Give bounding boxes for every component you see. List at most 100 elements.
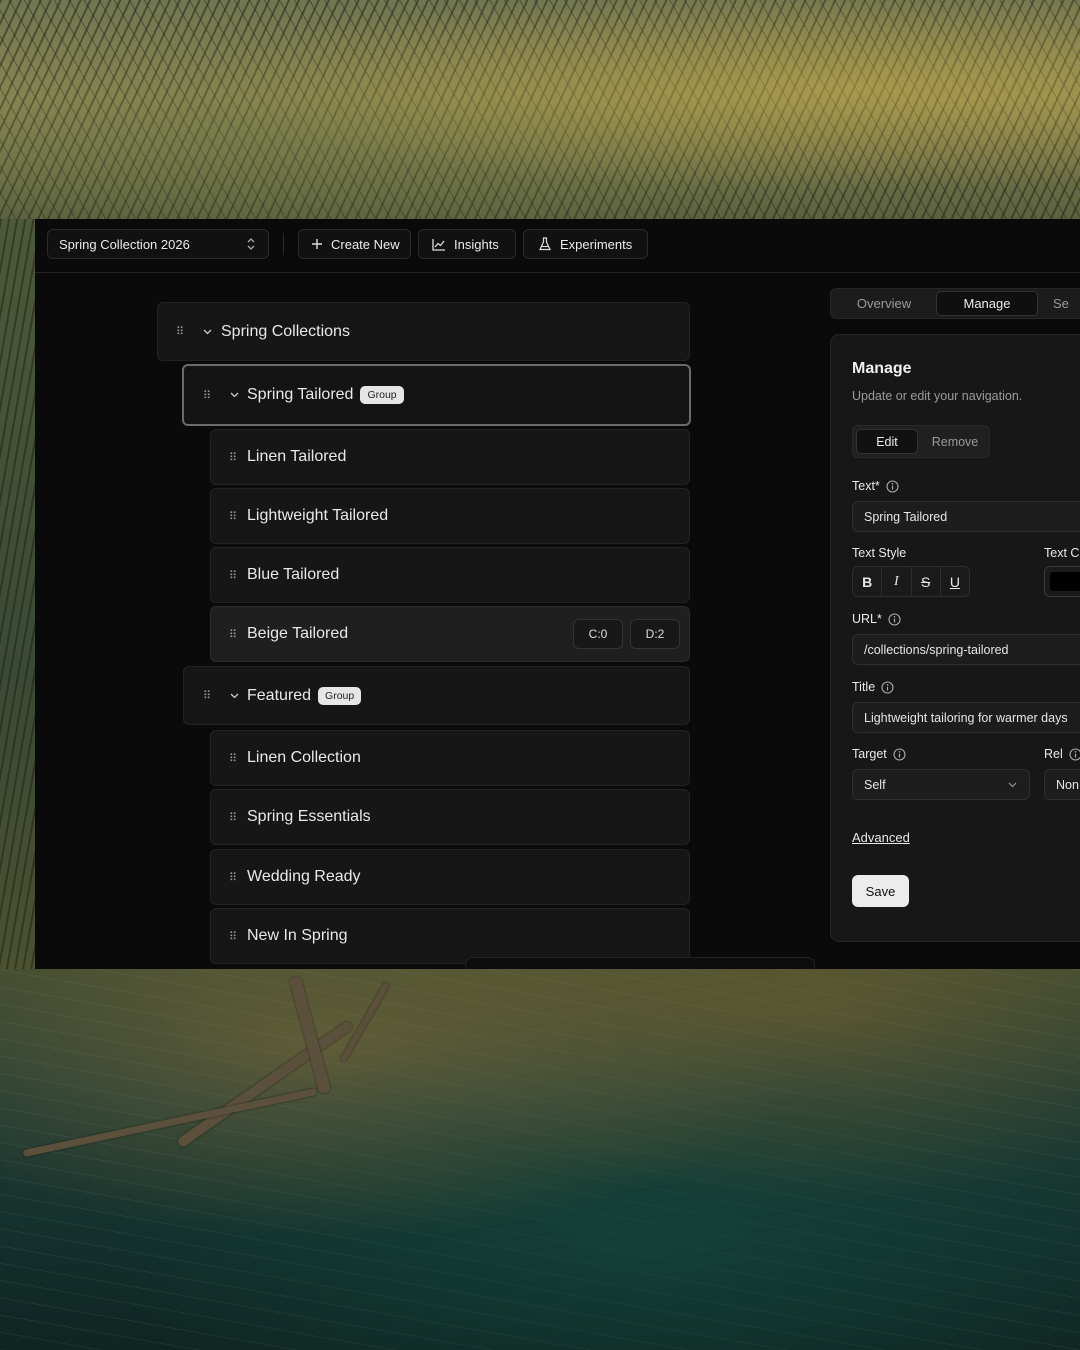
tab-overview[interactable]: Overview <box>835 291 933 316</box>
group-badge: Group <box>360 386 404 404</box>
panel-tabs: Overview Manage Se <box>830 288 1080 319</box>
italic-button[interactable]: I <box>882 567 912 596</box>
tree-root-spring-collections[interactable]: ⠿ Spring Collections <box>157 302 690 361</box>
tree-item-label: Wedding Ready <box>247 868 361 885</box>
title-input[interactable]: Lightweight tailoring for warmer days <box>852 702 1080 733</box>
drag-handle-icon[interactable]: ⠿ <box>229 811 237 824</box>
drag-handle-icon[interactable]: ⠿ <box>229 569 237 582</box>
panel-subtitle: Update or edit your navigation. <box>852 389 1023 403</box>
collection-select-label: Spring Collection 2026 <box>59 236 190 252</box>
tree-root-label: Spring Collections <box>221 322 350 340</box>
tree-item-lightweight-tailored[interactable]: ⠿ Lightweight Tailored <box>210 488 690 544</box>
line-chart-icon <box>432 238 445 251</box>
text-style-label: Text Style <box>852 546 907 560</box>
info-icon[interactable] <box>893 747 906 761</box>
drag-handle-icon[interactable]: ⠿ <box>229 451 237 464</box>
url-label: URL* <box>852 612 882 626</box>
tab-settings[interactable]: Se <box>1053 291 1080 316</box>
info-icon[interactable] <box>886 479 899 493</box>
tab-manage[interactable]: Manage <box>936 291 1038 316</box>
create-new-label: Create New <box>331 236 400 252</box>
tree-item-wedding-ready[interactable]: ⠿ Wedding Ready <box>210 849 690 905</box>
tree-item-label: New In Spring <box>247 927 348 944</box>
tree-item-beige-tailored[interactable]: ⠿ Beige Tailored C:0 D:2 <box>210 606 690 662</box>
target-select-value: Self <box>864 777 886 792</box>
experiments-label: Experiments <box>560 236 633 252</box>
tree-group-spring-tailored[interactable]: ⠿ Spring Tailored Group <box>182 364 691 426</box>
chevron-down-icon <box>1008 782 1017 787</box>
experiments-button[interactable]: Experiments <box>523 229 648 259</box>
info-icon[interactable] <box>1069 747 1080 761</box>
toolbar: Spring Collection 2026 Create New Insigh… <box>35 219 1080 273</box>
depth-pill[interactable]: D:2 <box>630 619 680 649</box>
target-label-row: Target <box>852 747 906 761</box>
tree-item-label: Lightweight Tailored <box>247 507 389 524</box>
text-color-label: Text C <box>1044 546 1080 560</box>
info-icon[interactable] <box>888 612 901 626</box>
collection-select[interactable]: Spring Collection 2026 <box>47 229 269 259</box>
drag-handle-icon[interactable]: ⠿ <box>203 689 211 702</box>
tree-item-label: Beige Tailored <box>247 625 349 642</box>
create-new-button[interactable]: Create New <box>298 229 411 259</box>
tree-item-blue-tailored[interactable]: ⠿ Blue Tailored <box>210 547 690 603</box>
plus-icon <box>312 239 322 249</box>
drag-handle-icon[interactable]: ⠿ <box>229 871 237 884</box>
tree-item-label: Linen Collection <box>247 749 361 766</box>
background-photo-left <box>0 219 35 969</box>
flask-icon <box>539 237 551 251</box>
background-photo-top <box>0 0 1080 219</box>
toolbar-divider <box>283 233 284 255</box>
drag-handle-icon[interactable]: ⠿ <box>229 510 237 523</box>
text-label: Text* <box>852 479 880 493</box>
tree-item-spring-essentials[interactable]: ⠿ Spring Essentials <box>210 789 690 845</box>
rel-select[interactable]: Non <box>1044 769 1080 800</box>
manage-panel: Manage Update or edit your navigation. E… <box>830 334 1080 942</box>
bottom-drawer-edge <box>465 957 815 969</box>
text-style-group: B I S U <box>852 566 970 597</box>
tree-item-linen-tailored[interactable]: ⠿ Linen Tailored <box>210 429 690 485</box>
tree-item-new-in-spring[interactable]: ⠿ New In Spring <box>210 908 690 964</box>
text-input[interactable]: Spring Tailored <box>852 501 1080 532</box>
rel-label: Rel <box>1044 747 1063 761</box>
chevron-up-down-icon <box>247 238 255 250</box>
info-icon[interactable] <box>881 680 894 694</box>
url-label-row: URL* <box>852 612 901 626</box>
tree-item-label: Linen Tailored <box>247 448 347 465</box>
edit-mode-button[interactable]: Edit <box>856 429 918 454</box>
group-badge: Group <box>318 686 362 705</box>
rel-label-row: Rel <box>1044 747 1080 761</box>
children-count-pill[interactable]: C:0 <box>573 619 623 649</box>
save-button[interactable]: Save <box>852 875 909 907</box>
target-select[interactable]: Self <box>852 769 1030 800</box>
target-label: Target <box>852 747 887 761</box>
tree-group-label: Featured <box>247 686 312 704</box>
drag-handle-icon[interactable]: ⠿ <box>229 930 237 943</box>
drag-handle-icon[interactable]: ⠿ <box>176 325 184 338</box>
panel-title: Manage <box>852 360 912 377</box>
drag-handle-icon[interactable]: ⠿ <box>229 628 237 641</box>
text-label-row: Text* <box>852 479 899 493</box>
insights-button[interactable]: Insights <box>418 229 516 259</box>
tree-item-label: Spring Essentials <box>247 808 371 825</box>
background-photo-bottom <box>0 969 1080 1350</box>
drag-handle-icon[interactable]: ⠿ <box>203 389 211 402</box>
tree-item-linen-collection[interactable]: ⠿ Linen Collection <box>210 730 690 786</box>
chevron-down-icon[interactable] <box>230 693 239 699</box>
title-label-row: Title <box>852 680 894 694</box>
url-input[interactable]: /collections/spring-tailored <box>852 634 1080 665</box>
chevron-down-icon[interactable] <box>230 392 239 398</box>
drag-handle-icon[interactable]: ⠿ <box>229 752 237 765</box>
strikethrough-button[interactable]: S <box>912 567 941 596</box>
chevron-down-icon[interactable] <box>203 329 212 335</box>
navigation-editor-window: Spring Collection 2026 Create New Insigh… <box>35 219 1080 969</box>
mode-toggle: Edit Remove <box>852 425 990 458</box>
text-color-swatch[interactable] <box>1044 566 1080 597</box>
insights-label: Insights <box>454 236 499 252</box>
advanced-link[interactable]: Advanced <box>852 830 910 845</box>
title-label: Title <box>852 680 876 694</box>
tree-group-label: Spring Tailored <box>247 386 354 403</box>
bold-button[interactable]: B <box>853 567 883 596</box>
remove-mode-button[interactable]: Remove <box>923 429 987 454</box>
underline-button[interactable]: U <box>941 567 969 596</box>
tree-group-featured[interactable]: ⠿ Featured Group <box>183 666 690 725</box>
